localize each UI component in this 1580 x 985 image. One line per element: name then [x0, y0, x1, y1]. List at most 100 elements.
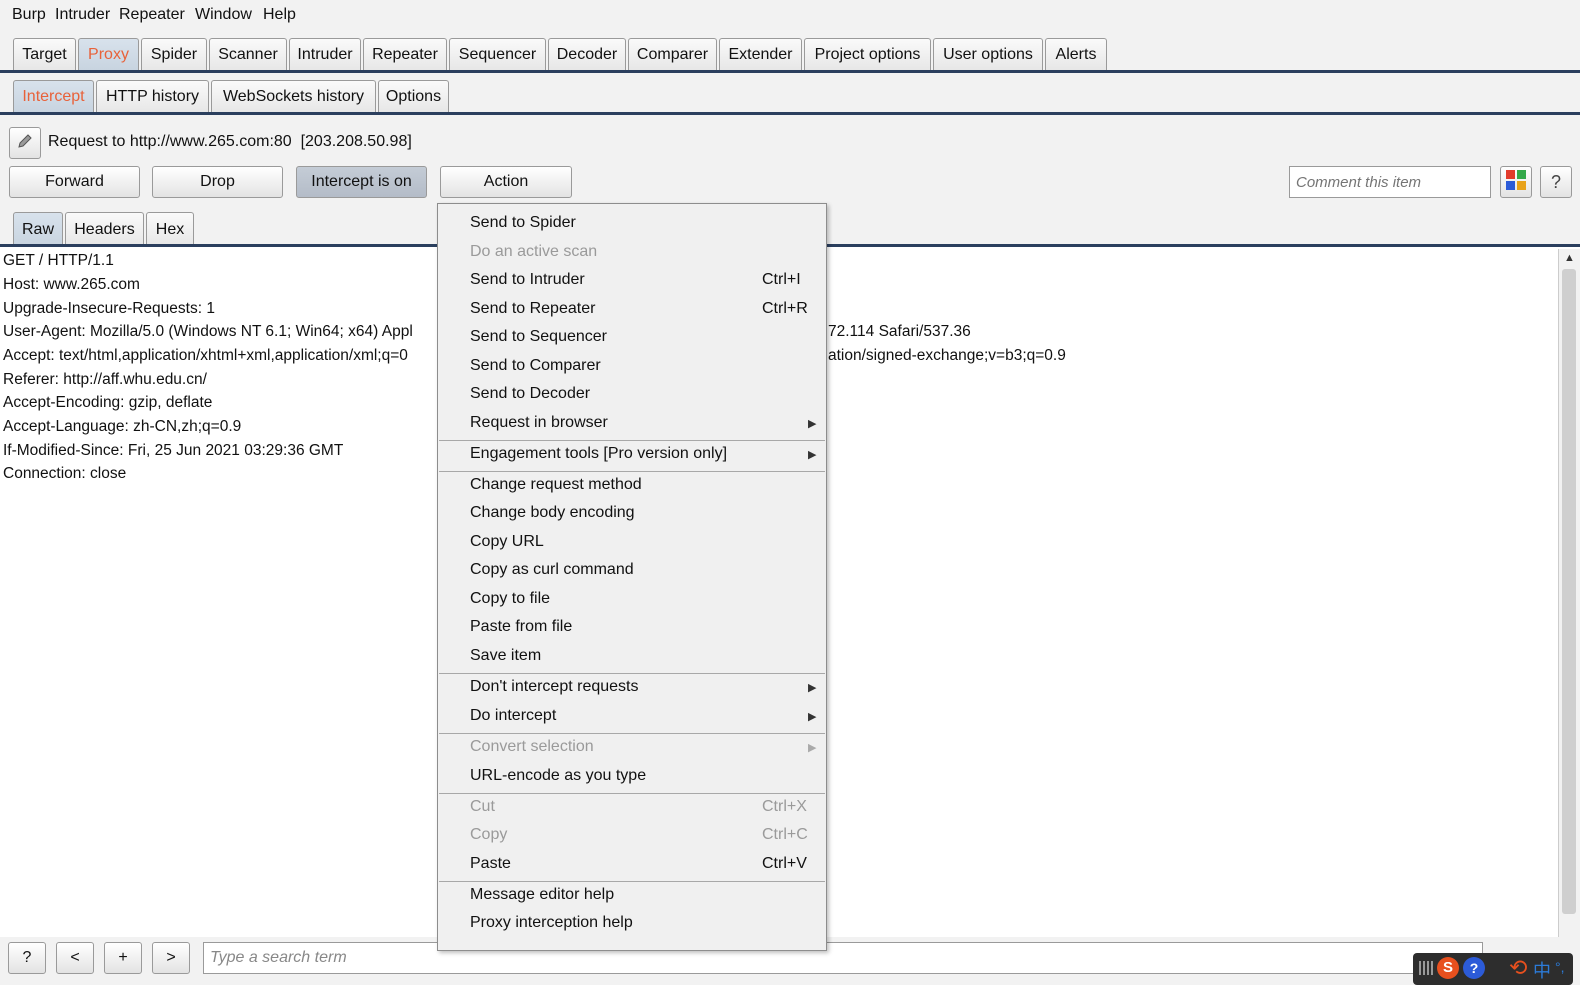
- menu-burp[interactable]: Burp: [12, 6, 46, 24]
- tab-comparer[interactable]: Comparer: [628, 38, 717, 70]
- request-line: Accept: text/html,application/xhtml+xml,…: [3, 347, 408, 364]
- menu-intruder[interactable]: Intruder: [55, 6, 110, 24]
- tab-alerts[interactable]: Alerts: [1045, 38, 1107, 70]
- menu-item-send-to-spider[interactable]: Send to Spider: [470, 214, 576, 232]
- edit-pencil-button[interactable]: [9, 127, 41, 159]
- menu-item-cut: Cut: [470, 798, 495, 815]
- shortcut-paste: Ctrl+V: [762, 855, 807, 872]
- scroll-up-icon[interactable]: ▲: [1564, 252, 1575, 264]
- menu-item-engagement-tools[interactable]: Engagement tools [Pro version only]: [470, 445, 727, 463]
- tab-intercept[interactable]: Intercept: [13, 80, 94, 112]
- menu-item-copy: Copy: [470, 826, 508, 843]
- pencil-icon: [16, 132, 34, 155]
- ime-logo-icon[interactable]: S: [1437, 957, 1459, 979]
- menu-item-paste[interactable]: Paste: [470, 855, 511, 873]
- request-line-tail: ation/signed-exchange;v=b3;q=0.9: [828, 347, 1066, 364]
- tab-extender[interactable]: Extender: [719, 38, 802, 70]
- menu-item-save-item[interactable]: Save item: [470, 647, 541, 665]
- tab-raw[interactable]: Raw: [13, 212, 63, 246]
- highlight-color-button[interactable]: [1500, 166, 1532, 198]
- menu-item-dont-intercept[interactable]: Don't intercept requests: [470, 678, 638, 696]
- menu-separator: [439, 793, 825, 794]
- request-line: Host: www.265.com: [3, 276, 140, 293]
- request-line: Connection: close: [3, 465, 127, 482]
- action-context-menu: Send to Spider Do an active scan Send to…: [437, 203, 827, 951]
- editor-scrollbar[interactable]: ▲: [1558, 249, 1580, 937]
- ime-language-icon[interactable]: 中: [1533, 957, 1551, 983]
- request-line: Accept-Encoding: gzip, deflate: [3, 394, 213, 411]
- tab-proxy[interactable]: Proxy: [78, 38, 139, 70]
- system-tray: S ? ⟲ 中 °,: [1413, 953, 1573, 985]
- menu-item-proxy-interception-help[interactable]: Proxy interception help: [470, 914, 633, 932]
- submenu-arrow-icon: ▶: [808, 742, 817, 754]
- tab-scanner[interactable]: Scanner: [209, 38, 287, 70]
- tab-sequencer[interactable]: Sequencer: [449, 38, 546, 70]
- tab-headers[interactable]: Headers: [65, 212, 144, 246]
- menu-separator: [439, 733, 825, 734]
- submenu-arrow-icon: ▶: [808, 418, 817, 430]
- request-target: Request to http://www.265.com:80 [203.20…: [48, 133, 412, 150]
- intercept-toggle-button[interactable]: Intercept is on: [296, 166, 427, 198]
- ime-help-icon[interactable]: ?: [1463, 957, 1485, 979]
- shortcut-repeater: Ctrl+R: [762, 300, 808, 317]
- tab-http-history[interactable]: HTTP history: [96, 80, 209, 112]
- ime-punct-icon[interactable]: °,: [1555, 959, 1565, 975]
- comment-input[interactable]: [1289, 166, 1491, 198]
- menu-item-send-to-intruder[interactable]: Send to Intruder: [470, 271, 585, 289]
- question-icon: ?: [1550, 171, 1561, 192]
- search-help-button[interactable]: ?: [8, 942, 46, 974]
- tab-websockets-history[interactable]: WebSockets history: [211, 80, 376, 112]
- menu-separator: [439, 673, 825, 674]
- menu-item-copy-to-file[interactable]: Copy to file: [470, 590, 550, 608]
- shortcut-copy: Ctrl+C: [762, 826, 808, 843]
- menu-item-send-to-sequencer[interactable]: Send to Sequencer: [470, 328, 607, 346]
- menu-item-send-to-decoder[interactable]: Send to Decoder: [470, 385, 590, 403]
- tab-target[interactable]: Target: [13, 38, 76, 70]
- keyboard-icon[interactable]: [1419, 961, 1433, 975]
- submenu-arrow-icon: ▶: [808, 682, 817, 694]
- action-button[interactable]: Action: [440, 166, 572, 198]
- menu-item-change-body-encoding[interactable]: Change body encoding: [470, 504, 635, 522]
- help-button[interactable]: ?: [1540, 166, 1572, 198]
- menu-item-copy-url[interactable]: Copy URL: [470, 533, 544, 551]
- menu-repeater[interactable]: Repeater: [119, 6, 185, 24]
- tab-spider[interactable]: Spider: [141, 38, 207, 70]
- menu-item-send-to-comparer[interactable]: Send to Comparer: [470, 357, 601, 375]
- search-input[interactable]: Type a search term: [203, 942, 1483, 974]
- menu-item-do-intercept[interactable]: Do intercept: [470, 707, 556, 725]
- scroll-thumb[interactable]: [1562, 269, 1576, 914]
- prev-match-button[interactable]: <: [56, 942, 94, 974]
- menu-separator: [439, 881, 825, 882]
- submenu-arrow-icon: ▶: [808, 711, 817, 723]
- ime-brand-icon[interactable]: ⟲: [1509, 955, 1527, 981]
- submenu-arrow-icon: ▶: [808, 449, 817, 461]
- forward-button[interactable]: Forward: [9, 166, 140, 198]
- menu-item-copy-as-curl[interactable]: Copy as curl command: [470, 561, 634, 579]
- tab-rule: [0, 70, 1580, 73]
- request-line: GET / HTTP/1.1: [3, 252, 114, 269]
- menu-bar: Burp Intruder Repeater Window Help: [0, 0, 1580, 32]
- menu-item-url-encode[interactable]: URL-encode as you type: [470, 767, 646, 785]
- tab-user-options[interactable]: User options: [933, 38, 1043, 70]
- menu-item-message-editor-help[interactable]: Message editor help: [470, 886, 614, 904]
- shortcut-cut: Ctrl+X: [762, 798, 807, 815]
- tab-rule: [0, 112, 1580, 115]
- tab-repeater[interactable]: Repeater: [363, 38, 447, 70]
- menu-help[interactable]: Help: [263, 6, 296, 24]
- tab-decoder[interactable]: Decoder: [548, 38, 626, 70]
- menu-item-paste-from-file[interactable]: Paste from file: [470, 618, 572, 636]
- menu-item-active-scan: Do an active scan: [470, 243, 598, 260]
- menu-item-request-in-browser[interactable]: Request in browser: [470, 414, 608, 432]
- menu-separator: [439, 440, 825, 441]
- menu-window[interactable]: Window: [195, 6, 252, 24]
- tab-hex[interactable]: Hex: [146, 212, 194, 246]
- drop-button[interactable]: Drop: [152, 166, 283, 198]
- menu-item-send-to-repeater[interactable]: Send to Repeater: [470, 300, 595, 318]
- tab-options[interactable]: Options: [378, 80, 449, 112]
- tab-intruder[interactable]: Intruder: [289, 38, 361, 70]
- request-line: Upgrade-Insecure-Requests: 1: [3, 300, 215, 317]
- tab-project-options[interactable]: Project options: [804, 38, 931, 70]
- menu-item-change-request-method[interactable]: Change request method: [470, 476, 642, 494]
- next-match-button[interactable]: >: [152, 942, 190, 974]
- search-options-button[interactable]: +: [104, 942, 142, 974]
